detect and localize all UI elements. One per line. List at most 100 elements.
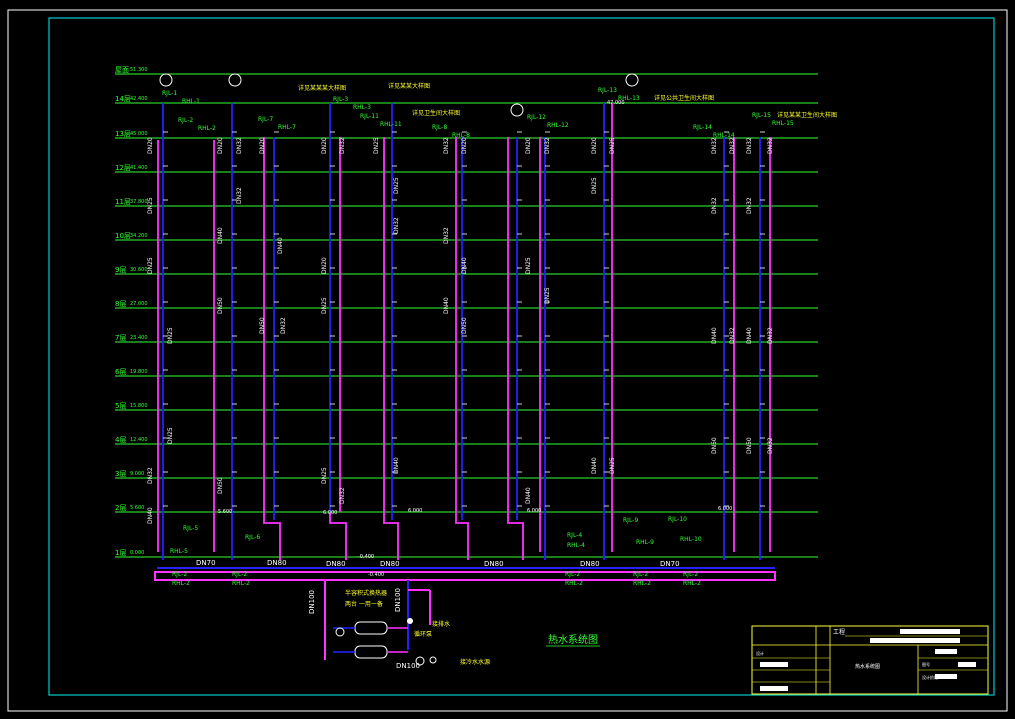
return-riser-label: RHL-2	[198, 125, 216, 132]
pipe-size-label: DN25	[525, 257, 532, 274]
return-riser-label: RHL-15	[772, 120, 794, 127]
pipe-size-label: DN50	[217, 297, 224, 314]
pipe-size-label: DN20	[525, 137, 532, 154]
pipe-size-label: DN40	[711, 327, 718, 344]
floor-elevation: 12.400	[130, 437, 148, 443]
floor-label: 4层	[115, 436, 126, 444]
heater-note-1: 半容积式换热器	[345, 589, 387, 597]
pipe-size-label: DN25	[591, 177, 598, 194]
pipe-size-label: DN25	[373, 137, 380, 154]
label-rhl2d: RHL-2	[633, 580, 651, 587]
riser-label: RJL-12	[527, 114, 546, 121]
floor-label: 7层	[115, 334, 126, 342]
label-rjl10: RJL-10	[668, 516, 687, 523]
tb-fill-6	[935, 649, 957, 654]
note-5: 详见某某卫生间大样图	[777, 111, 837, 119]
label-rjl9: RJL-9	[623, 517, 638, 524]
riser-label: RJL-15	[752, 112, 771, 119]
pipe-size-label: DN25	[147, 257, 154, 274]
label-rjl2b: RJL-2	[232, 571, 247, 578]
floor-label: 6层	[115, 368, 126, 376]
label-rjl4: RJL-4	[567, 532, 582, 539]
floor-label: 10层	[115, 232, 131, 240]
return-riser-label: RHL-14	[713, 132, 735, 139]
riser-label: RJL-14	[693, 124, 712, 131]
return-riser-label: RHL-1	[182, 98, 200, 105]
pump-label: 循环泵	[414, 630, 432, 638]
drawing-title: 热水系统图	[548, 633, 598, 646]
pipe-size-label: DN32	[339, 137, 346, 154]
label-rhl4: RHL-4	[567, 542, 585, 549]
label-elev-2a: 5.600	[218, 509, 232, 515]
floor-elevation: 41.400	[130, 165, 148, 171]
label-dn70-a: DN70	[196, 559, 216, 567]
return-riser-label: RHL-7	[278, 124, 296, 131]
pipe-size-label: DN32	[393, 217, 400, 234]
floor-elevation: 9.000	[130, 471, 144, 477]
valve-dot-icon	[407, 618, 413, 624]
floor-label: 5层	[115, 402, 126, 410]
return-riser-label: RHL-3	[353, 104, 371, 111]
pipe-size-label: DN32	[767, 327, 774, 344]
pipe-size-label: DN20	[217, 137, 224, 154]
return-riser-label: RHL-12	[547, 122, 569, 129]
floor-label: 2层	[115, 504, 126, 512]
label-rjl2c: RJL-2	[565, 571, 580, 578]
pipe-size-label: DN40	[461, 257, 468, 274]
label-rhl2b: RHL-2	[232, 580, 250, 587]
pipe-size-label: DN20	[321, 137, 328, 154]
pipe-size-label: DN32	[443, 137, 450, 154]
pipe-size-label: DN25	[393, 177, 400, 194]
pipe-size-label: DN32	[147, 467, 154, 484]
label-elev-neg-b: -0.400	[368, 572, 384, 578]
pipe-size-label: DN25	[167, 327, 174, 344]
label-elev-2b: 6.000	[408, 508, 422, 514]
pipe-size-label: DN40	[147, 507, 154, 524]
pipe-size-label: DN25	[321, 467, 328, 484]
pipe-size-label: DN40	[277, 237, 284, 254]
floor-elevation: 15.800	[130, 403, 148, 409]
tb-fill-3	[760, 662, 788, 667]
riser-label: RJL-11	[360, 113, 379, 120]
label-dn80-b: DN80	[326, 560, 346, 568]
label-rjl2: RJL-2	[172, 571, 187, 578]
pipe-size-label: DN20	[259, 137, 266, 154]
tb-number: 图号	[922, 661, 930, 667]
floor-elevation: 45.000	[130, 131, 148, 137]
riser-label: RJL-3	[333, 96, 348, 103]
pipe-size-label: DN32	[767, 137, 774, 154]
riser-label: RJL-13	[598, 87, 617, 94]
drawing-canvas: 屋面 51.300 14层 42.400 13层 45.000 12层 41.400 11层 37…	[0, 0, 1015, 719]
tb-project: 工程	[833, 628, 845, 636]
pipe-size-label: DN50	[217, 477, 224, 494]
label-dn80-c: DN80	[380, 560, 400, 568]
label-rjl2e: RJL-2	[683, 571, 698, 578]
pipe-size-label: DN40	[746, 327, 753, 344]
label-dn80-a: DN80	[267, 559, 287, 567]
dn100-label-bottom: DN100	[396, 662, 420, 670]
pipe-size-label: DN40	[217, 227, 224, 244]
label-dn80-e: DN80	[580, 560, 600, 568]
pipe-size-label: DN32	[443, 227, 450, 244]
label-elev-2d: 6.000	[527, 508, 541, 514]
tb-drawing-name: 热水系统图	[855, 663, 880, 670]
dn100-label-mid: DN100	[394, 588, 402, 612]
label-dn70-b: DN70	[660, 560, 680, 568]
pipe-size-label: DN32	[544, 137, 551, 154]
pipe-size-label: DN50	[461, 317, 468, 334]
label-rhl2e: RHL-2	[683, 580, 701, 587]
pipe-size-label: DN20	[591, 137, 598, 154]
pipe-size-label: DN32	[711, 197, 718, 214]
pipe-size-label: DN32	[767, 437, 774, 454]
floor-elevation: 5.600	[130, 505, 144, 511]
drain-label: 接冷水水源	[460, 658, 490, 666]
label-rhl2: RHL-2	[172, 580, 190, 587]
pipe-size-label: DN40	[443, 297, 450, 314]
riser-label: RJL-1	[162, 90, 177, 97]
tb-fill-1	[900, 629, 960, 634]
pipe-size-label: DN32	[711, 137, 718, 154]
label-rhl10: RHL-10	[680, 536, 702, 543]
pipe-size-label: DN20	[321, 257, 328, 274]
floor-label: 13层	[115, 130, 131, 138]
tb-fill-5	[958, 662, 976, 667]
